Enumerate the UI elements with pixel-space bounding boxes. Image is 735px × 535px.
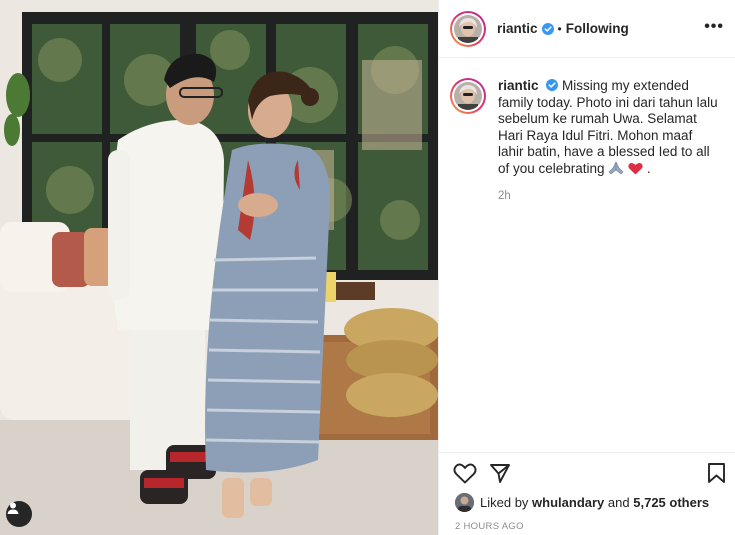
caption-avatar[interactable]	[450, 78, 486, 114]
action-bar: Liked by whulandary and 5,725 others 2 H…	[439, 452, 735, 535]
paper-plane-icon[interactable]	[489, 462, 511, 484]
avatar-image	[454, 14, 482, 43]
post-sidebar: riantic • Following ••• riantic Missing …	[438, 0, 735, 535]
following-button[interactable]: Following	[566, 21, 629, 36]
post-username[interactable]: riantic	[497, 21, 538, 36]
caption-end-punct: .	[646, 160, 651, 176]
post-photo[interactable]	[0, 0, 438, 535]
verified-badge-icon	[541, 22, 554, 35]
bookmark-icon[interactable]	[707, 462, 726, 484]
caption-comment: riantic Missing my extended family today…	[450, 78, 726, 177]
liker-avatar-image	[455, 493, 474, 512]
separator-dot: •	[557, 21, 562, 36]
post-timestamp[interactable]: 2 HOURS AGO	[455, 521, 524, 532]
likes-joiner: and	[607, 495, 630, 510]
verified-badge-icon	[546, 79, 559, 91]
post-header: riantic • Following •••	[439, 0, 735, 58]
heart-outline-icon[interactable]	[453, 462, 477, 484]
liker-username[interactable]: whulandary	[532, 495, 604, 510]
likes-prefix: Liked by	[480, 495, 529, 510]
caption-username[interactable]: riantic	[498, 78, 539, 93]
pray-emoji-icon	[608, 161, 624, 174]
red-heart-emoji-icon	[628, 162, 643, 174]
photo-couple-illustration	[0, 0, 438, 535]
avatar[interactable]	[450, 10, 486, 47]
more-options-icon[interactable]: •••	[704, 19, 724, 35]
caption-time[interactable]: 2h	[498, 190, 511, 202]
user-tag-button[interactable]	[6, 501, 32, 527]
instagram-post: riantic • Following ••• riantic Missing …	[0, 0, 735, 535]
likes-summary: Liked by whulandary and 5,725 others	[455, 493, 709, 512]
user-tag-icon	[7, 502, 19, 514]
liker-avatar[interactable]	[455, 493, 474, 512]
likes-others-link[interactable]: 5,725 others	[633, 495, 709, 510]
caption-avatar-image	[454, 82, 482, 110]
caption-body: riantic Missing my extended family today…	[498, 78, 718, 177]
